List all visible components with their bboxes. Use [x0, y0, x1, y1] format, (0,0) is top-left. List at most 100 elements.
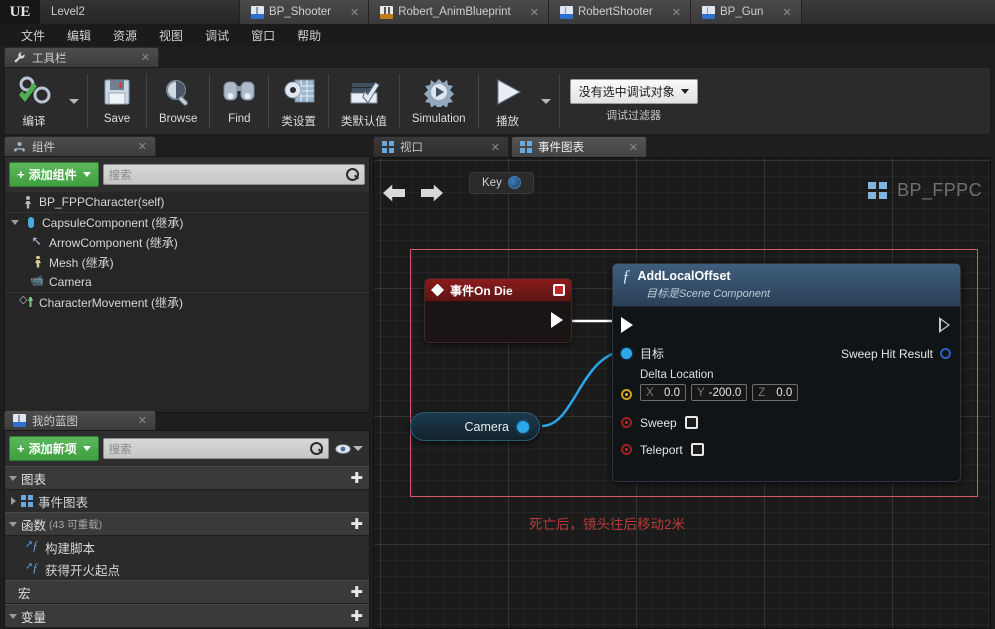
component-row-self[interactable]: BP_FPPCharacter(self) [5, 192, 369, 212]
add-macro-button[interactable]: ✚ [350, 585, 363, 600]
window-tab-robert-animblueprint[interactable]: Robert_AnimBlueprint ✕ [369, 0, 549, 24]
variable-output-pin[interactable] [517, 420, 529, 433]
expander-icon[interactable] [9, 521, 17, 527]
expander-icon[interactable] [9, 475, 17, 481]
node-title: 事件On Die [450, 283, 513, 298]
class-settings-button[interactable]: 类设置 [271, 68, 326, 134]
play-button[interactable]: 播放 [481, 68, 535, 134]
expander-icon[interactable] [9, 613, 17, 619]
graph-title: BP_FPPC [868, 180, 982, 201]
node-add-local-offset[interactable]: ƒ AddLocalOffset 目标是Scene Component 目标 S… [612, 263, 961, 482]
menu-item-file[interactable]: 文件 [10, 25, 56, 46]
close-icon[interactable]: ✕ [658, 6, 681, 19]
sweep-input-pin[interactable] [621, 417, 632, 428]
debug-object-select[interactable]: 没有选中调试对象 [569, 79, 698, 104]
component-row-camera[interactable]: Camera [5, 272, 369, 292]
class-defaults-button[interactable]: 类默认值 [331, 68, 397, 134]
exec-input-pin[interactable] [621, 317, 633, 333]
close-icon[interactable]: ✕ [768, 6, 791, 19]
close-icon[interactable]: ✕ [336, 6, 359, 19]
browse-button[interactable]: Browse [149, 68, 207, 134]
window-tab-level2[interactable]: Level2 [40, 0, 240, 24]
menu-item-window[interactable]: 窗口 [240, 25, 286, 46]
delta-location-x-input[interactable]: X 0.0 [640, 384, 686, 401]
window-tab-bp-gun[interactable]: BP_Gun ✕ [690, 0, 802, 24]
close-icon[interactable]: ✕ [141, 51, 150, 64]
component-row-charactermovement[interactable]: CharacterMovement (继承) [5, 292, 369, 312]
blueprint-icon [559, 5, 573, 19]
myblueprint-item-event-graph[interactable]: 事件图表 [5, 490, 369, 512]
window-tab-bp-shooter[interactable]: BP_Shooter ✕ [240, 0, 370, 24]
add-component-button[interactable]: + 添加组件 [9, 162, 99, 187]
window-tab-robertshooter[interactable]: RobertShooter ✕ [548, 0, 691, 24]
find-label: Find [228, 113, 251, 125]
sweep-hit-result-output-pin[interactable] [940, 348, 951, 359]
myblueprint-search-input[interactable]: 搜索 [102, 438, 329, 459]
menu-item-help[interactable]: 帮助 [286, 25, 332, 46]
simulation-button[interactable]: Simulation [402, 68, 476, 134]
close-icon[interactable]: ✕ [629, 141, 638, 154]
tab-viewport[interactable]: 视口 ✕ [373, 136, 509, 157]
event-record-icon[interactable] [553, 284, 565, 296]
add-variable-button[interactable]: ✚ [350, 609, 363, 624]
exec-output-pin[interactable] [939, 317, 951, 333]
toolbar-separator [146, 74, 147, 128]
node-event-on-die[interactable]: 事件On Die [424, 278, 572, 343]
add-new-item-button[interactable]: + 添加新项 [9, 436, 99, 461]
node-variable-camera[interactable]: Camera [410, 412, 540, 441]
sweep-checkbox[interactable] [684, 416, 698, 429]
menu-item-edit[interactable]: 编辑 [56, 25, 102, 46]
item-label: 构建脚本 [45, 541, 96, 556]
menu-item-view[interactable]: 视图 [148, 25, 194, 46]
visibility-options-button[interactable] [333, 443, 365, 455]
section-graphs[interactable]: 图表 ✚ [5, 466, 369, 490]
section-variables[interactable]: 变量 ✚ [5, 604, 369, 628]
teleport-input-pin[interactable] [621, 444, 632, 455]
menu-item-debug[interactable]: 调试 [194, 25, 240, 46]
myblueprint-tabstrip: 我的蓝图 ✕ [4, 410, 370, 430]
myblueprint-item-get-fire-origin[interactable]: 获得开火起点 [5, 558, 369, 580]
add-graph-button[interactable]: ✚ [350, 471, 363, 486]
close-icon[interactable]: ✕ [138, 140, 147, 153]
components-search-input[interactable]: 搜索 [102, 164, 365, 185]
save-button[interactable]: Save [90, 68, 144, 134]
tab-label: 组件 [32, 141, 55, 154]
graph-icon [21, 495, 33, 507]
tab-myblueprint[interactable]: 我的蓝图 ✕ [4, 410, 156, 430]
exec-output-pin[interactable] [551, 312, 563, 328]
section-macros[interactable]: 宏 ✚ [5, 580, 369, 604]
tab-toolbar[interactable]: 工具栏 ✕ [4, 47, 159, 67]
myblueprint-panel: 我的蓝图 ✕ + 添加新项 搜索 图表 ✚ 事件图表 函数 (43 可重载) ✚… [4, 410, 370, 629]
expander-icon[interactable] [11, 497, 16, 505]
event-diamond-icon [431, 283, 444, 297]
expander-icon[interactable] [11, 220, 19, 225]
component-row-mesh[interactable]: Mesh (继承) [5, 252, 369, 272]
compile-dropdown-arrow[interactable] [63, 68, 85, 134]
forward-arrow-icon[interactable] [421, 183, 443, 203]
find-button[interactable]: Find [212, 68, 266, 134]
function-icon [25, 538, 40, 554]
delta-location-y-input[interactable]: Y -200.0 [691, 384, 748, 401]
compile-button[interactable]: 编译 [5, 68, 63, 134]
menu-item-assets[interactable]: 资源 [102, 25, 148, 46]
teleport-checkbox[interactable] [690, 443, 704, 456]
event-graph-canvas[interactable]: Key BP_FPPC 事件On Die ƒ AddLocalOffset 目标… [373, 157, 991, 629]
delta-location-z-input[interactable]: Z 0.0 [752, 384, 799, 401]
tab-event-graph[interactable]: 事件图表 ✕ [511, 136, 647, 157]
add-function-button[interactable]: ✚ [350, 517, 363, 532]
delta-location-input-pin[interactable] [621, 389, 632, 400]
myblueprint-item-construction-script[interactable]: 构建脚本 [5, 536, 369, 558]
close-icon[interactable]: ✕ [491, 141, 500, 154]
component-row-arrow[interactable]: ArrowComponent (继承) [5, 232, 369, 252]
play-dropdown-arrow[interactable] [535, 68, 557, 134]
section-label: 宏 [18, 586, 31, 601]
target-input-pin[interactable] [621, 348, 632, 359]
back-arrow-icon[interactable] [383, 183, 405, 203]
main-toolbar: 编译 Save Browse Find 类设置 类默认值 Simulation … [4, 67, 991, 135]
tab-components[interactable]: 组件 ✕ [4, 136, 156, 156]
close-icon[interactable]: ✕ [138, 414, 147, 427]
toolbar-separator [268, 74, 270, 128]
close-icon[interactable]: ✕ [516, 6, 539, 19]
component-row-capsule[interactable]: CapsuleComponent (继承) [5, 212, 369, 232]
section-functions[interactable]: 函数 (43 可重载) ✚ [5, 512, 369, 536]
